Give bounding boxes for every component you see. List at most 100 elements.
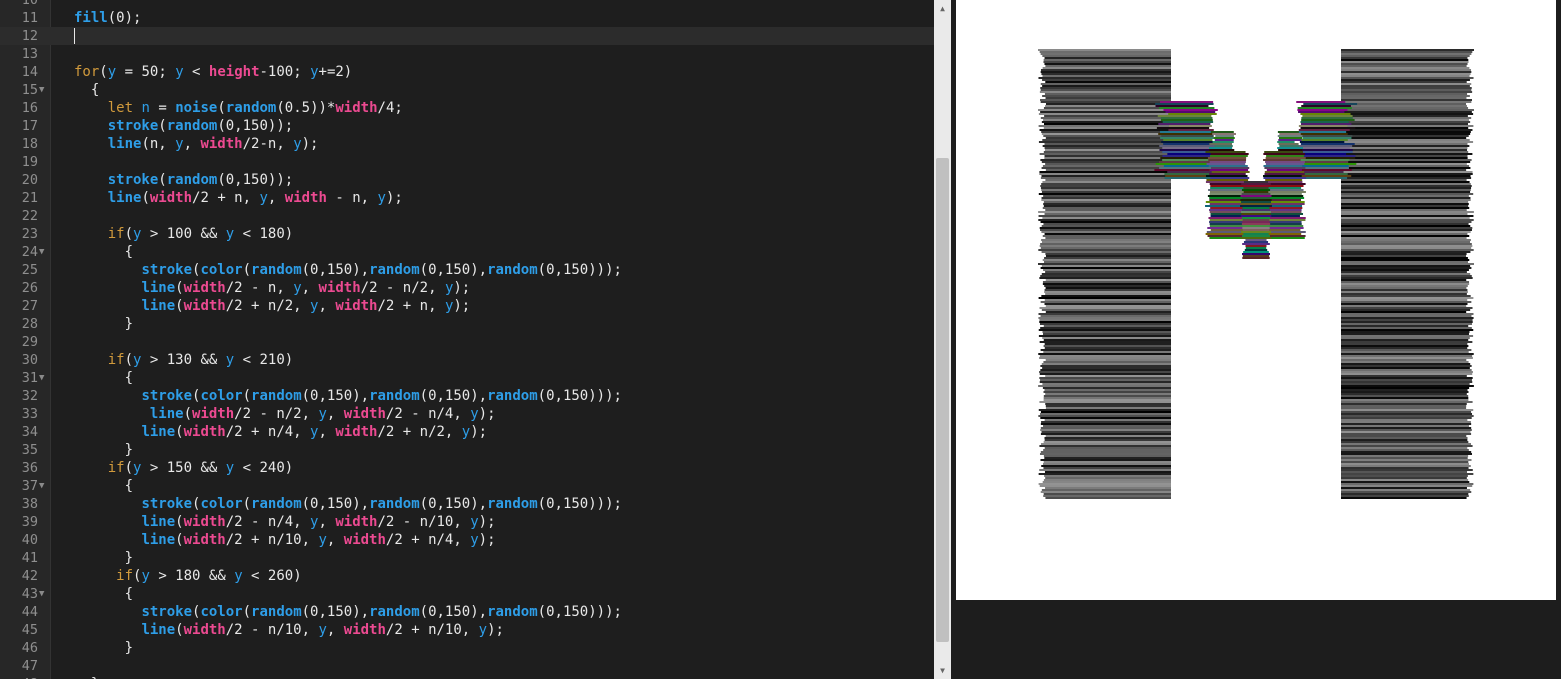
- code-line[interactable]: 23 if(y > 100 && y < 180): [0, 225, 934, 243]
- code-token: /2 + n/10,: [225, 532, 319, 548]
- code-line[interactable]: 39 line(width/2 - n/4, y, width/2 - n/10…: [0, 513, 934, 531]
- code-line[interactable]: 24 ▼ {: [0, 243, 934, 261]
- code-token: width: [183, 622, 226, 638]
- code-token: (0,150),: [301, 604, 370, 620]
- code-token: < 210): [234, 352, 294, 368]
- code-line[interactable]: 29: [0, 333, 934, 351]
- code-line[interactable]: 30 if(y > 130 && y < 210): [0, 351, 934, 369]
- line-number: 38: [21, 496, 38, 512]
- code-line[interactable]: 31 ▼ {: [0, 369, 934, 387]
- code-line[interactable]: 38 stroke(color(random(0,150),random(0,1…: [0, 495, 934, 513]
- code-line[interactable]: 15 ▼ {: [0, 81, 934, 99]
- scroll-up-icon[interactable]: ▲: [934, 0, 951, 17]
- code-line[interactable]: 32 stroke(color(random(0,150),random(0,1…: [0, 387, 934, 405]
- code-token: width: [183, 424, 226, 440]
- code-area[interactable]: 10 11 fill(0); 12 13 14 for(y = 50; y < height…: [0, 0, 934, 679]
- code-line[interactable]: 14 for(y = 50; y < height-100; y+=2): [0, 63, 934, 81]
- fold-toggle-icon[interactable]: ▼: [39, 477, 44, 495]
- code-text: line(width/2 - n/10, y, width/2 + n/10, …: [74, 621, 504, 639]
- code-token: /2 + n,: [377, 298, 445, 314]
- code-line[interactable]: 11 fill(0);: [0, 9, 934, 27]
- code-token: if: [116, 568, 134, 584]
- code-line[interactable]: 12: [0, 27, 934, 45]
- code-token: (: [175, 622, 184, 638]
- code-text: if(y > 130 && y < 210): [74, 351, 293, 369]
- code-line[interactable]: 10: [0, 0, 934, 9]
- code-token: /2 + n,: [192, 190, 260, 206]
- code-token: if: [107, 352, 125, 368]
- code-token: (0,150));: [217, 118, 294, 134]
- code-token: line: [107, 136, 142, 152]
- code-token: if: [107, 226, 125, 242]
- code-token: random: [251, 496, 302, 512]
- line-number: 10: [21, 0, 38, 8]
- code-line[interactable]: 33 line(width/2 - n/2, y, width/2 - n/4,…: [0, 405, 934, 423]
- code-editor[interactable]: 10 11 fill(0); 12 13 14 for(y = 50; y < height…: [0, 0, 934, 679]
- code-token: random: [225, 100, 277, 116]
- code-token: width: [183, 280, 226, 296]
- code-token: width: [335, 514, 378, 530]
- code-token: (: [124, 226, 134, 242]
- code-token: y: [318, 622, 327, 638]
- line-number: 15: [21, 82, 38, 98]
- fold-toggle-icon[interactable]: ▼: [39, 369, 44, 387]
- code-line[interactable]: 25 stroke(color(random(0,150),random(0,1…: [0, 261, 934, 279]
- code-token: y: [225, 226, 235, 242]
- code-line[interactable]: 16 let n = noise(random(0.5))*width/4;: [0, 99, 934, 117]
- scroll-thumb[interactable]: [936, 158, 949, 642]
- code-line[interactable]: 22: [0, 207, 934, 225]
- scroll-down-icon[interactable]: ▼: [934, 662, 951, 679]
- line-number: 11: [21, 10, 38, 26]
- code-line[interactable]: 34 line(width/2 + n/4, y, width/2 + n/2,…: [0, 423, 934, 441]
- code-line[interactable]: 48 }: [0, 675, 934, 679]
- code-line[interactable]: 17 stroke(random(0,150));: [0, 117, 934, 135]
- code-line[interactable]: 43 ▼ {: [0, 585, 934, 603]
- code-line[interactable]: 44 stroke(color(random(0,150),random(0,1…: [0, 603, 934, 621]
- code-token: (0,150),: [301, 388, 370, 404]
- code-line[interactable]: 21 line(width/2 + n, y, width - n, y);: [0, 189, 934, 207]
- code-token: random: [166, 172, 218, 188]
- code-token: (0,150),: [301, 496, 370, 512]
- code-line[interactable]: 35 }: [0, 441, 934, 459]
- code-line[interactable]: 26 line(width/2 - n, y, width/2 - n/2, y…: [0, 279, 934, 297]
- code-token: {: [74, 586, 134, 602]
- code-line[interactable]: 19: [0, 153, 934, 171]
- code-token: n: [141, 100, 150, 116]
- code-token: /2 - n/2,: [360, 280, 445, 296]
- code-line[interactable]: 27 line(width/2 + n/2, y, width/2 + n, y…: [0, 297, 934, 315]
- code-token: /2-n,: [242, 136, 294, 152]
- code-token: (: [141, 190, 150, 206]
- code-line[interactable]: 41 }: [0, 549, 934, 567]
- code-line[interactable]: 18 line(n, y, width/2-n, y);: [0, 135, 934, 153]
- editor-scrollbar[interactable]: ▲ ▼: [934, 0, 951, 679]
- code-line[interactable]: 36 if(y > 150 && y < 240): [0, 459, 934, 477]
- fold-toggle-icon[interactable]: ▼: [39, 585, 44, 603]
- code-line[interactable]: 45 line(width/2 - n/10, y, width/2 + n/1…: [0, 621, 934, 639]
- code-line[interactable]: 47: [0, 657, 934, 675]
- line-number: 14: [21, 64, 38, 80]
- code-line[interactable]: 46 }: [0, 639, 934, 657]
- code-token: {: [74, 82, 100, 98]
- code-token: line: [141, 514, 176, 530]
- code-line[interactable]: 37 ▼ {: [0, 477, 934, 495]
- code-token: ,: [318, 298, 336, 314]
- code-token: (0,150),: [419, 496, 488, 512]
- code-token: (0,150)));: [537, 262, 622, 278]
- code-line[interactable]: 40 line(width/2 + n/10, y, width/2 + n/4…: [0, 531, 934, 549]
- code-token: noise: [175, 100, 218, 116]
- code-line[interactable]: 13: [0, 45, 934, 63]
- fold-toggle-icon[interactable]: ▼: [39, 243, 44, 261]
- code-line[interactable]: 42 if(y > 180 && y < 260): [0, 567, 934, 585]
- code-line[interactable]: 28 }: [0, 315, 934, 333]
- fold-toggle-icon[interactable]: ▼: [39, 81, 44, 99]
- line-number: 25: [21, 262, 38, 278]
- code-line[interactable]: 20 stroke(random(0,150));: [0, 171, 934, 189]
- code-token: );: [470, 424, 488, 440]
- code-token: width: [343, 532, 386, 548]
- code-token: (: [242, 496, 252, 512]
- code-token: random: [487, 388, 538, 404]
